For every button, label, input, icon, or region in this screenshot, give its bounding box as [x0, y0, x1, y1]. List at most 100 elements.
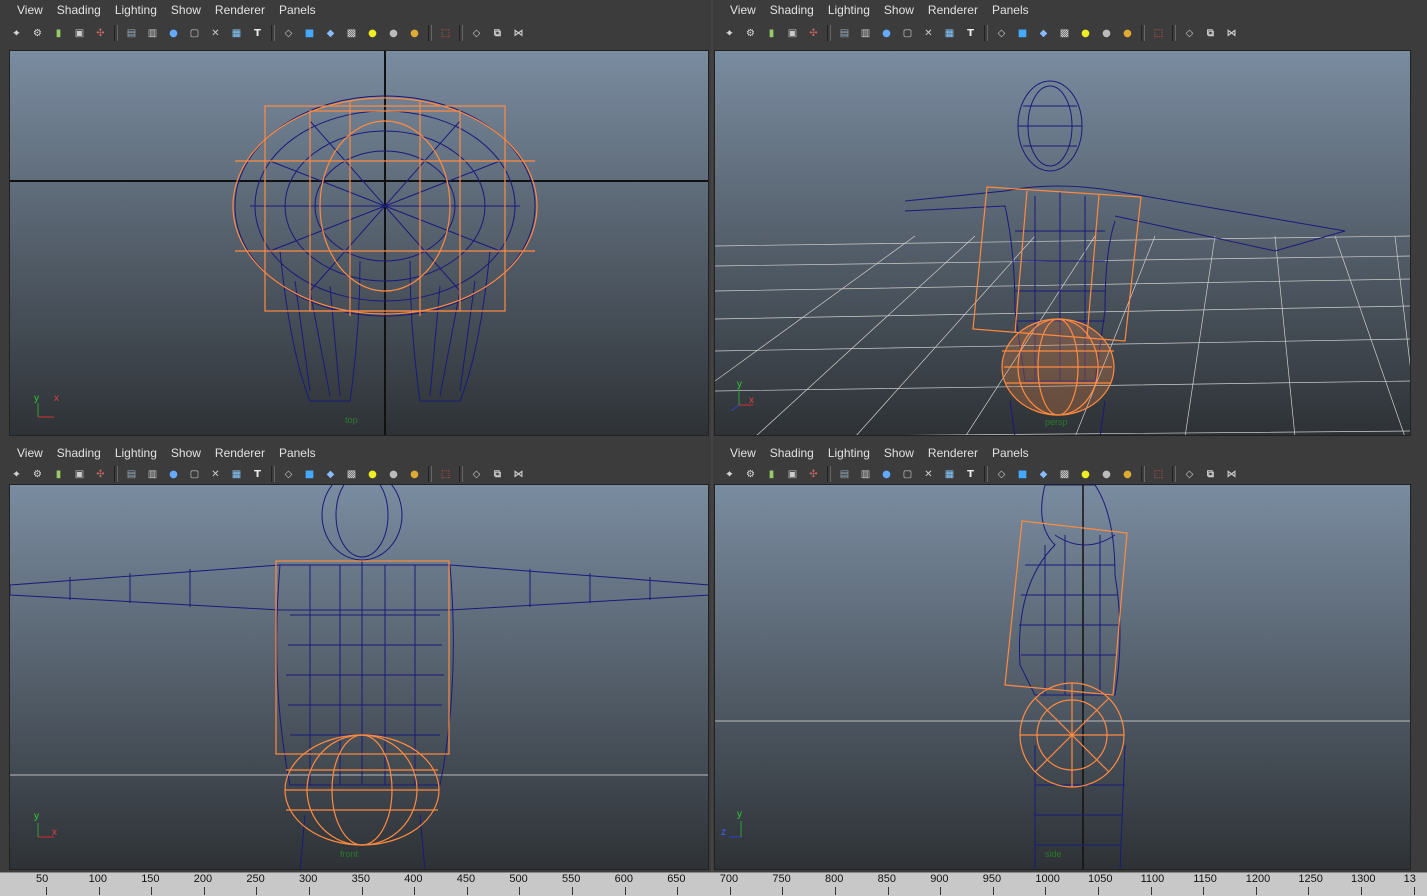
wireframe-icon[interactable]: ▤	[837, 466, 853, 482]
menu-panels[interactable]: Panels	[992, 3, 1029, 17]
isolate-select-icon[interactable]: ⬚	[438, 466, 454, 482]
wireframe-icon[interactable]: ▤	[124, 466, 140, 482]
textured-icon[interactable]: ▩	[344, 25, 360, 41]
resolution-gate-icon[interactable]: ●	[166, 25, 182, 41]
menu-panels[interactable]: Panels	[279, 446, 316, 460]
film-gate-icon[interactable]: ▥	[858, 466, 874, 482]
image-plane-icon[interactable]: ▣	[785, 25, 801, 41]
menu-lighting[interactable]: Lighting	[115, 3, 157, 17]
menu-renderer[interactable]: Renderer	[928, 3, 978, 17]
safe-title-icon[interactable]: T	[963, 466, 979, 482]
menu-renderer[interactable]: Renderer	[215, 446, 265, 460]
wireframe-shade-icon[interactable]: ◇	[281, 466, 297, 482]
menu-panels[interactable]: Panels	[992, 446, 1029, 460]
camera-attr-icon[interactable]: ⚙	[30, 466, 46, 482]
high-quality-icon[interactable]: ●	[407, 466, 423, 482]
smooth-shade-icon[interactable]: ■	[1015, 25, 1031, 41]
camera-select-icon[interactable]: ⌖	[9, 466, 25, 482]
viewport-front[interactable]: front y x	[9, 484, 709, 870]
safe-action-icon[interactable]: ▦	[229, 25, 245, 41]
textured-icon[interactable]: ▩	[1057, 25, 1073, 41]
viewport-persp[interactable]: persp y x	[714, 50, 1411, 436]
xray-icon[interactable]: ◇	[1182, 466, 1198, 482]
image-plane-icon[interactable]: ▣	[785, 466, 801, 482]
wireframe-shade-icon[interactable]: ◇	[281, 25, 297, 41]
use-lights-icon[interactable]: ●	[1078, 466, 1094, 482]
high-quality-icon[interactable]: ●	[1120, 466, 1136, 482]
menu-shading[interactable]: Shading	[57, 3, 101, 17]
menu-view[interactable]: View	[730, 3, 756, 17]
grid-pivot-icon[interactable]: ✣	[93, 25, 109, 41]
menu-lighting[interactable]: Lighting	[828, 446, 870, 460]
high-quality-icon[interactable]: ●	[1120, 25, 1136, 41]
backface-icon[interactable]: ⋈	[511, 25, 527, 41]
gate-mask-icon[interactable]: ▢	[187, 25, 203, 41]
menu-show[interactable]: Show	[884, 446, 914, 460]
field-chart-icon[interactable]: ✕	[921, 466, 937, 482]
textured-icon[interactable]: ▩	[1057, 466, 1073, 482]
xray-icon[interactable]: ◇	[1182, 25, 1198, 41]
camera-select-icon[interactable]: ⌖	[722, 466, 738, 482]
camera-select-icon[interactable]: ⌖	[9, 25, 25, 41]
menu-renderer[interactable]: Renderer	[928, 446, 978, 460]
shadows-icon[interactable]: ●	[386, 25, 402, 41]
wireframe-shade-icon[interactable]: ◇	[994, 466, 1010, 482]
backface-icon[interactable]: ⋈	[1224, 25, 1240, 41]
menu-panels[interactable]: Panels	[279, 3, 316, 17]
viewport-side[interactable]: side y z	[714, 484, 1411, 870]
shadows-icon[interactable]: ●	[1099, 466, 1115, 482]
menu-shading[interactable]: Shading	[770, 3, 814, 17]
use-lights-icon[interactable]: ●	[365, 466, 381, 482]
smooth-shade-icon[interactable]: ■	[302, 466, 318, 482]
grid-pivot-icon[interactable]: ✣	[93, 466, 109, 482]
xray-joints-icon[interactable]: ⧉	[490, 25, 506, 41]
use-lights-icon[interactable]: ●	[365, 25, 381, 41]
camera-attr-icon[interactable]: ⚙	[743, 466, 759, 482]
menu-show[interactable]: Show	[171, 3, 201, 17]
menu-lighting[interactable]: Lighting	[828, 3, 870, 17]
shadows-icon[interactable]: ●	[386, 466, 402, 482]
gate-mask-icon[interactable]: ▢	[900, 466, 916, 482]
xray-icon[interactable]: ◇	[469, 466, 485, 482]
menu-show[interactable]: Show	[884, 3, 914, 17]
bookmark-icon[interactable]: ▮	[764, 25, 780, 41]
bookmark-icon[interactable]: ▮	[51, 25, 67, 41]
backface-icon[interactable]: ⋈	[1224, 466, 1240, 482]
camera-select-icon[interactable]: ⌖	[722, 25, 738, 41]
menu-lighting[interactable]: Lighting	[115, 446, 157, 460]
isolate-select-icon[interactable]: ⬚	[438, 25, 454, 41]
smooth-shade-icon[interactable]: ■	[1015, 466, 1031, 482]
camera-attr-icon[interactable]: ⚙	[30, 25, 46, 41]
menu-show[interactable]: Show	[171, 446, 201, 460]
xray-joints-icon[interactable]: ⧉	[1203, 466, 1219, 482]
wireframe-icon[interactable]: ▤	[124, 25, 140, 41]
xray-icon[interactable]: ◇	[469, 25, 485, 41]
backface-icon[interactable]: ⋈	[511, 466, 527, 482]
grid-pivot-icon[interactable]: ✣	[806, 25, 822, 41]
resolution-gate-icon[interactable]: ●	[166, 466, 182, 482]
use-lights-icon[interactable]: ●	[1078, 25, 1094, 41]
grid-pivot-icon[interactable]: ✣	[806, 466, 822, 482]
film-gate-icon[interactable]: ▥	[145, 25, 161, 41]
safe-action-icon[interactable]: ▦	[229, 466, 245, 482]
safe-title-icon[interactable]: T	[963, 25, 979, 41]
safe-action-icon[interactable]: ▦	[942, 25, 958, 41]
field-chart-icon[interactable]: ✕	[208, 466, 224, 482]
textured-icon[interactable]: ▩	[344, 466, 360, 482]
safe-title-icon[interactable]: T	[250, 466, 266, 482]
isolate-select-icon[interactable]: ⬚	[1151, 25, 1167, 41]
field-chart-icon[interactable]: ✕	[208, 25, 224, 41]
camera-attr-icon[interactable]: ⚙	[743, 25, 759, 41]
resolution-gate-icon[interactable]: ●	[879, 25, 895, 41]
viewport-top[interactable]: top y x	[9, 50, 709, 436]
gate-mask-icon[interactable]: ▢	[900, 25, 916, 41]
high-quality-icon[interactable]: ●	[407, 25, 423, 41]
safe-action-icon[interactable]: ▦	[942, 466, 958, 482]
shadows-icon[interactable]: ●	[1099, 25, 1115, 41]
menu-renderer[interactable]: Renderer	[215, 3, 265, 17]
gate-mask-icon[interactable]: ▢	[187, 466, 203, 482]
image-plane-icon[interactable]: ▣	[72, 466, 88, 482]
menu-view[interactable]: View	[730, 446, 756, 460]
menu-shading[interactable]: Shading	[770, 446, 814, 460]
field-chart-icon[interactable]: ✕	[921, 25, 937, 41]
